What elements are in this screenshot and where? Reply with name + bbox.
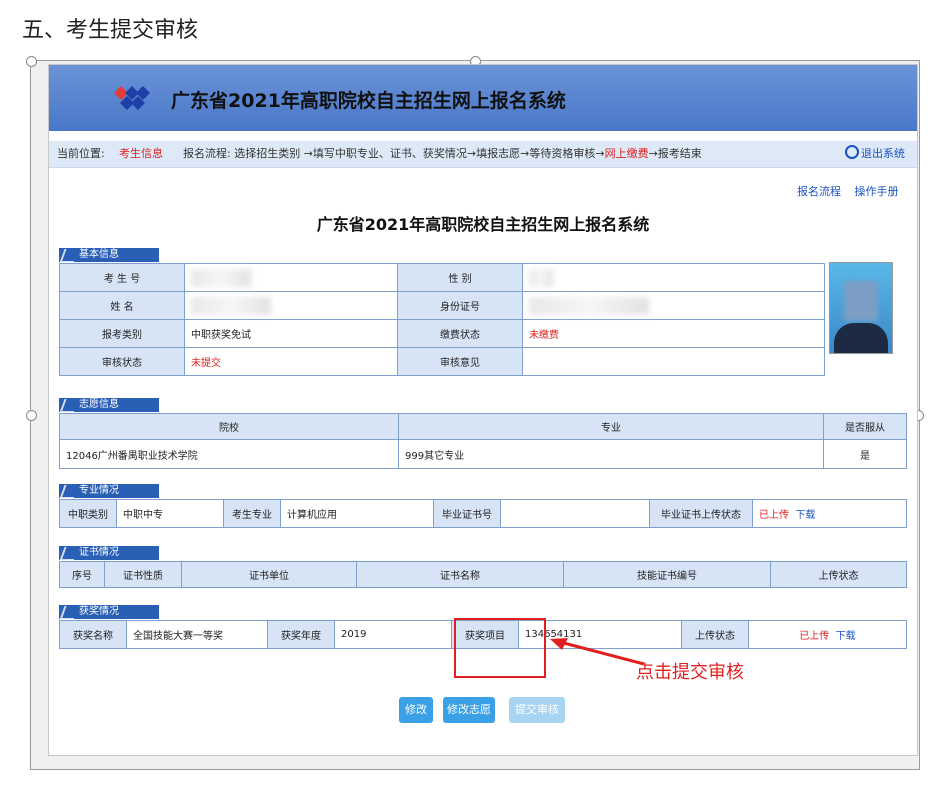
pay-status-value: 未缴费 [522, 319, 825, 348]
award-upload-cell: 已上传 下载 [748, 620, 907, 649]
app-banner: 广东省2021年高职院校自主招生网上报名系统 [49, 65, 917, 131]
current-location[interactable]: 考生信息 [119, 141, 163, 167]
award-download-link[interactable]: 下载 [836, 631, 856, 642]
edit-wish-button[interactable]: 修改志愿 [443, 697, 495, 723]
gender-label: 性 别 [397, 263, 523, 292]
id-label: 身份证号 [397, 291, 523, 320]
highlight-box [454, 618, 546, 678]
wish-school: 12046广州番禺职业技术学院 [59, 439, 399, 469]
exam-no-label: 考 生 号 [59, 263, 185, 292]
breadcrumb-bar: 当前位置: 考生信息 报名流程: 选择招生类别 →填写中职专业、证书、获奖情况→… [49, 141, 917, 168]
cert-col-unit: 证书单位 [181, 561, 357, 588]
award-upload-status: 已上传 [799, 631, 830, 642]
review-opinion-value [522, 347, 825, 376]
grad-upload-label: 毕业证书上传状态 [649, 499, 753, 528]
award-name-label: 获奖名称 [59, 620, 127, 649]
name-value [184, 291, 398, 320]
wish-adjust: 是 [823, 439, 907, 469]
cert-col-upload: 上传状态 [770, 561, 907, 588]
applicant-photo [829, 262, 893, 354]
section-label: 获奖情况 [79, 606, 119, 617]
review-opinion-label: 审核意见 [397, 347, 523, 376]
arrow-left-icon [550, 638, 645, 666]
major-label: 考生专业 [223, 499, 281, 528]
section-label: 专业情况 [79, 485, 119, 496]
major-value: 计算机应用 [280, 499, 434, 528]
edit-button[interactable]: 修改 [399, 697, 433, 723]
process-link[interactable]: 报名流程 [797, 185, 841, 198]
section-label: 志愿信息 [79, 399, 119, 410]
cert-col-no: 序号 [59, 561, 105, 588]
award-upload-label: 上传状态 [681, 620, 749, 649]
section-icon [59, 485, 79, 499]
review-status-label: 审核状态 [59, 347, 185, 376]
process-flow: 报名流程: 选择招生类别 →填写中职专业、证书、获奖情况→填报志愿→等待资格审核… [183, 141, 702, 167]
award-name-value: 全国技能大赛一等奖 [126, 620, 268, 649]
exam-no-value [184, 263, 398, 292]
pay-status-label: 缴费状态 [397, 319, 523, 348]
section-label: 证书情况 [79, 547, 119, 558]
award-year-label: 获奖年度 [267, 620, 335, 649]
page-heading: 五、考生提交审核 [22, 18, 199, 43]
wish-major: 999其它专业 [398, 439, 824, 469]
flow-highlight: 网上缴费 [604, 147, 649, 160]
logout-label: 退出系统 [861, 147, 905, 160]
wish-table: 院校 专业 是否服从 12046广州番禺职业技术学院 999其它专业 是 [59, 413, 907, 469]
cert-table: 序号 证书性质 证书单位 证书名称 技能证书编号 上传状态 [59, 561, 907, 588]
banner-title: 广东省2021年高职院校自主招生网上报名系统 [171, 90, 566, 112]
section-label: 基本信息 [79, 249, 119, 260]
school-type-label: 中职类别 [59, 499, 117, 528]
col-adjust: 是否服从 [823, 413, 907, 440]
resize-handle-tl[interactable] [26, 56, 37, 67]
cert-col-number: 技能证书编号 [563, 561, 771, 588]
award-year-value: 2019 [334, 620, 452, 649]
grad-cert-label: 毕业证书号 [433, 499, 501, 528]
cert-col-name: 证书名称 [356, 561, 564, 588]
section-icon [59, 547, 79, 561]
submit-review-button[interactable]: 提交审核 [509, 697, 565, 723]
category-value: 中职获奖免试 [184, 319, 398, 348]
section-tab-award: 获奖情况 [59, 605, 159, 620]
section-tab-cert: 证书情况 [59, 546, 159, 561]
cert-col-type: 证书性质 [104, 561, 182, 588]
section-icon [59, 249, 79, 263]
logo-diamonds-icon [114, 86, 150, 110]
basic-info-table: 考 生 号 性 别 姓 名 身份证号 报考类别 中职获奖免试 缴费状态 未缴费 … [59, 263, 825, 376]
review-status-value: 未提交 [184, 347, 398, 376]
col-school: 院校 [59, 413, 399, 440]
power-icon [845, 145, 859, 159]
section-tab-major: 专业情况 [59, 484, 159, 499]
help-links: 报名流程 操作手册 [797, 183, 909, 199]
manual-link[interactable]: 操作手册 [855, 185, 899, 198]
school-type-value: 中职中专 [116, 499, 224, 528]
category-label: 报考类别 [59, 319, 185, 348]
section-icon [59, 606, 79, 620]
flow-prefix: 报名流程: 选择招生类别 →填写中职专业、证书、获奖情况→填报志愿→等待资格审核… [183, 147, 605, 160]
gender-value [522, 263, 825, 292]
location-label: 当前位置: [57, 147, 105, 160]
section-icon [59, 399, 79, 413]
resize-handle-ml[interactable] [26, 410, 37, 421]
grad-upload-status: 已上传 [759, 510, 789, 521]
major-table: 中职类别 中职中专 考生专业 计算机应用 毕业证书号 毕业证书上传状态 已上传 … [59, 499, 907, 528]
grad-upload-cell: 已上传 下载 [752, 499, 907, 528]
instruction-callout: 点击提交审核 [636, 662, 744, 683]
col-major: 专业 [398, 413, 824, 440]
section-tab-wish: 志愿信息 [59, 398, 159, 413]
name-label: 姓 名 [59, 291, 185, 320]
id-value [522, 291, 825, 320]
grad-cert-value [500, 499, 650, 528]
main-title: 广东省2021年高职院校自主招生网上报名系统 [316, 215, 650, 234]
flow-suffix: →报考结束 [648, 147, 702, 160]
logout-button[interactable]: 退出系统 [845, 141, 905, 167]
section-tab-basic: 基本信息 [59, 248, 159, 263]
grad-download-link[interactable]: 下载 [795, 510, 815, 521]
